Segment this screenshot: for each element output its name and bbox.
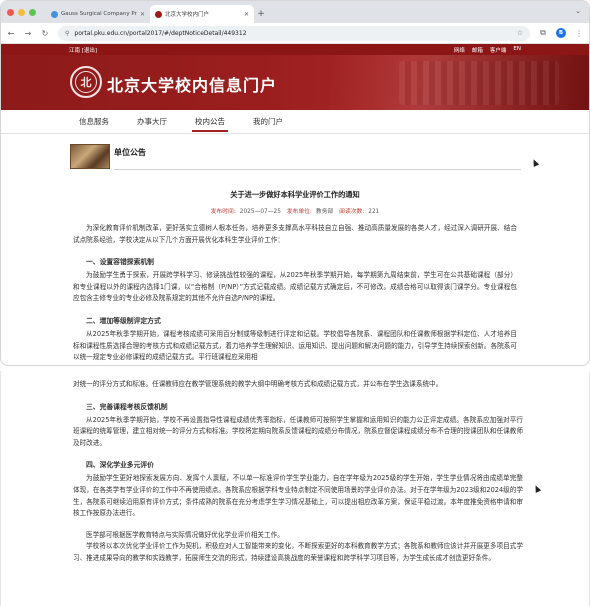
section-title: 单位公告 — [114, 148, 146, 157]
bookmark-star-icon[interactable]: ☆ — [517, 29, 523, 37]
banner-building-image — [399, 61, 559, 105]
pku-seal-logo[interactable]: 北 — [70, 66, 102, 98]
url-field[interactable]: ⚲ portal.pku.edu.cn/portal2017/#/deptNot… — [58, 25, 530, 41]
closing-summary: 学校将以本次优化学业评价工作为契机，积极应对人工智能带来的变化，不断探索更好的本… — [73, 542, 523, 562]
nav-item-service-hall[interactable]: 办事大厅 — [137, 110, 167, 134]
meta-views-label: 阅读次数: — [339, 209, 365, 215]
article-meta: 发布时间: 2025—07—25 发布单位: 教务部 阅读次数: 221 — [73, 206, 517, 215]
seal-glyph: 北 — [75, 71, 97, 93]
url-text: portal.pku.edu.cn/portal2017/#/deptNotic… — [74, 29, 247, 37]
page-continuation: 对统一的评分方式和标准。任课教师应在教学管理系统的教学大纲中明确考核方式和成绩记… — [0, 371, 590, 606]
article-body-bottom: 对统一的评分方式和标准。任课教师应在教学管理系统的教学大纲中明确考核方式和成绩记… — [1, 371, 589, 565]
minimize-window-icon[interactable] — [18, 8, 25, 16]
close-window-icon[interactable] — [7, 8, 14, 16]
new-tab-icon[interactable]: + — [254, 5, 268, 23]
section-4-heading: 四、深化学业多元评价 — [86, 461, 154, 470]
tab-strip: Gauss Surgical Company Pr... ✕ 北京大学校内门户 … — [1, 1, 589, 23]
section-divider — [114, 169, 521, 170]
site-nav: 信息服务 办事大厅 校内公告 我的门户 — [1, 110, 589, 134]
article-title: 关于进一步做好本科学业评价工作的通知 — [230, 190, 360, 199]
article-intro: 为深化教育评价机制改革，更好落实立德树人根本任务，培养更多支撑高水平科技自立自强… — [73, 224, 517, 244]
meta-unit-label: 发布单位: — [286, 209, 312, 215]
close-tab-icon[interactable]: ✕ — [244, 11, 249, 18]
meta-time-label: 发布时间: — [210, 209, 236, 215]
meta-views-value: 221 — [368, 209, 380, 215]
address-bar-row: ← → ↻ ⚲ portal.pku.edu.cn/portal2017/#/d… — [1, 23, 589, 44]
profile-avatar[interactable]: B — [556, 28, 566, 38]
user-logout-link[interactable]: 江南 [退出] — [69, 46, 97, 54]
tab-label: 北京大学校内门户 — [165, 12, 210, 18]
window-controls — [7, 1, 36, 23]
top-link-network[interactable]: 网络 — [454, 46, 465, 54]
browser-tab-pku[interactable]: 北京大学校内门户 ✕ — [150, 5, 254, 23]
section-1-body: 为鼓励学生勇于探索，开展跨学科学习、修读挑战性较强的课程，从2025年秋季学期开… — [73, 271, 517, 303]
browser-tab-gauss[interactable]: Gauss Surgical Company Pr... ✕ — [46, 5, 150, 23]
globe-icon — [51, 10, 58, 18]
portal-title: 北京大学校内信息门户 — [107, 76, 278, 95]
closing-medical: 医学部可根据医学教育特点与实际情况做好优化学业评价相关工作。 — [86, 530, 284, 539]
books-thumbnail — [70, 144, 110, 169]
close-tab-icon[interactable]: ✕ — [140, 11, 145, 18]
nav-item-my-portal[interactable]: 我的门户 — [253, 110, 283, 134]
top-link-mail[interactable]: 邮箱 — [472, 46, 483, 54]
maximize-window-icon[interactable] — [29, 8, 36, 16]
nav-item-info-services[interactable]: 信息服务 — [79, 110, 109, 134]
section-4-body: 为鼓励学生更好地探索发展方向、发挥个人禀赋，不以单一标准评价学生学业能力，自在学… — [73, 474, 523, 518]
section-2-body-b: 对统一的评分方式和标准。任课教师应在教学管理系统的教学大纲中明确考核方式和成绩记… — [73, 380, 443, 388]
pku-favicon-icon — [155, 10, 162, 18]
forward-arrow-icon[interactable]: → — [24, 29, 32, 38]
browser-window-top: Gauss Surgical Company Pr... ✕ 北京大学校内门户 … — [0, 0, 590, 366]
tab-search-chevron-icon[interactable]: ⌄ — [575, 7, 581, 15]
site-info-icon[interactable]: ⚲ — [65, 30, 69, 37]
reload-icon[interactable]: ↻ — [41, 29, 49, 38]
meta-time-value: 2025—07—25 — [239, 209, 281, 215]
top-links: 网络 邮箱 客户端 EN — [454, 46, 521, 54]
section-3-body: 从2025年秋季学期开始，学校不再设置指导性课程成绩优秀率指标，任课教师可按照学… — [73, 415, 523, 447]
portal-banner: 北 北京大学校内信息门户 — [1, 55, 589, 110]
top-link-english[interactable]: EN — [513, 46, 521, 54]
section-2-heading: 二、增加等级制评定方式 — [86, 316, 161, 325]
section-3-heading: 三、完善课程考核反馈机制 — [86, 402, 168, 411]
more-menu-icon[interactable]: ⋮ — [575, 29, 583, 38]
article-body-top: 关于进一步做好本科学业评价工作的通知 发布时间: 2025—07—25 发布单位:… — [1, 190, 589, 364]
nav-item-campus-notices[interactable]: 校内公告 — [192, 110, 228, 134]
back-arrow-icon[interactable]: ← — [7, 29, 15, 38]
extensions-icon[interactable]: ⧉ — [539, 28, 547, 38]
meta-unit-value: 教务部 — [315, 209, 334, 215]
tab-label: Gauss Surgical Company Pr... — [61, 11, 137, 17]
section-1-heading: 一、设置容错探索机制 — [86, 258, 154, 267]
notice-section-header: 单位公告 — [1, 144, 589, 174]
site-top-strip: 江南 [退出] 网络 邮箱 客户端 EN — [1, 44, 589, 55]
section-2-body-a: 从2025年秋季学期开始，课程考核成绩可采用百分制或等级制进行评定和记载。学校倡… — [73, 329, 517, 362]
top-link-client[interactable]: 客户端 — [490, 46, 507, 54]
